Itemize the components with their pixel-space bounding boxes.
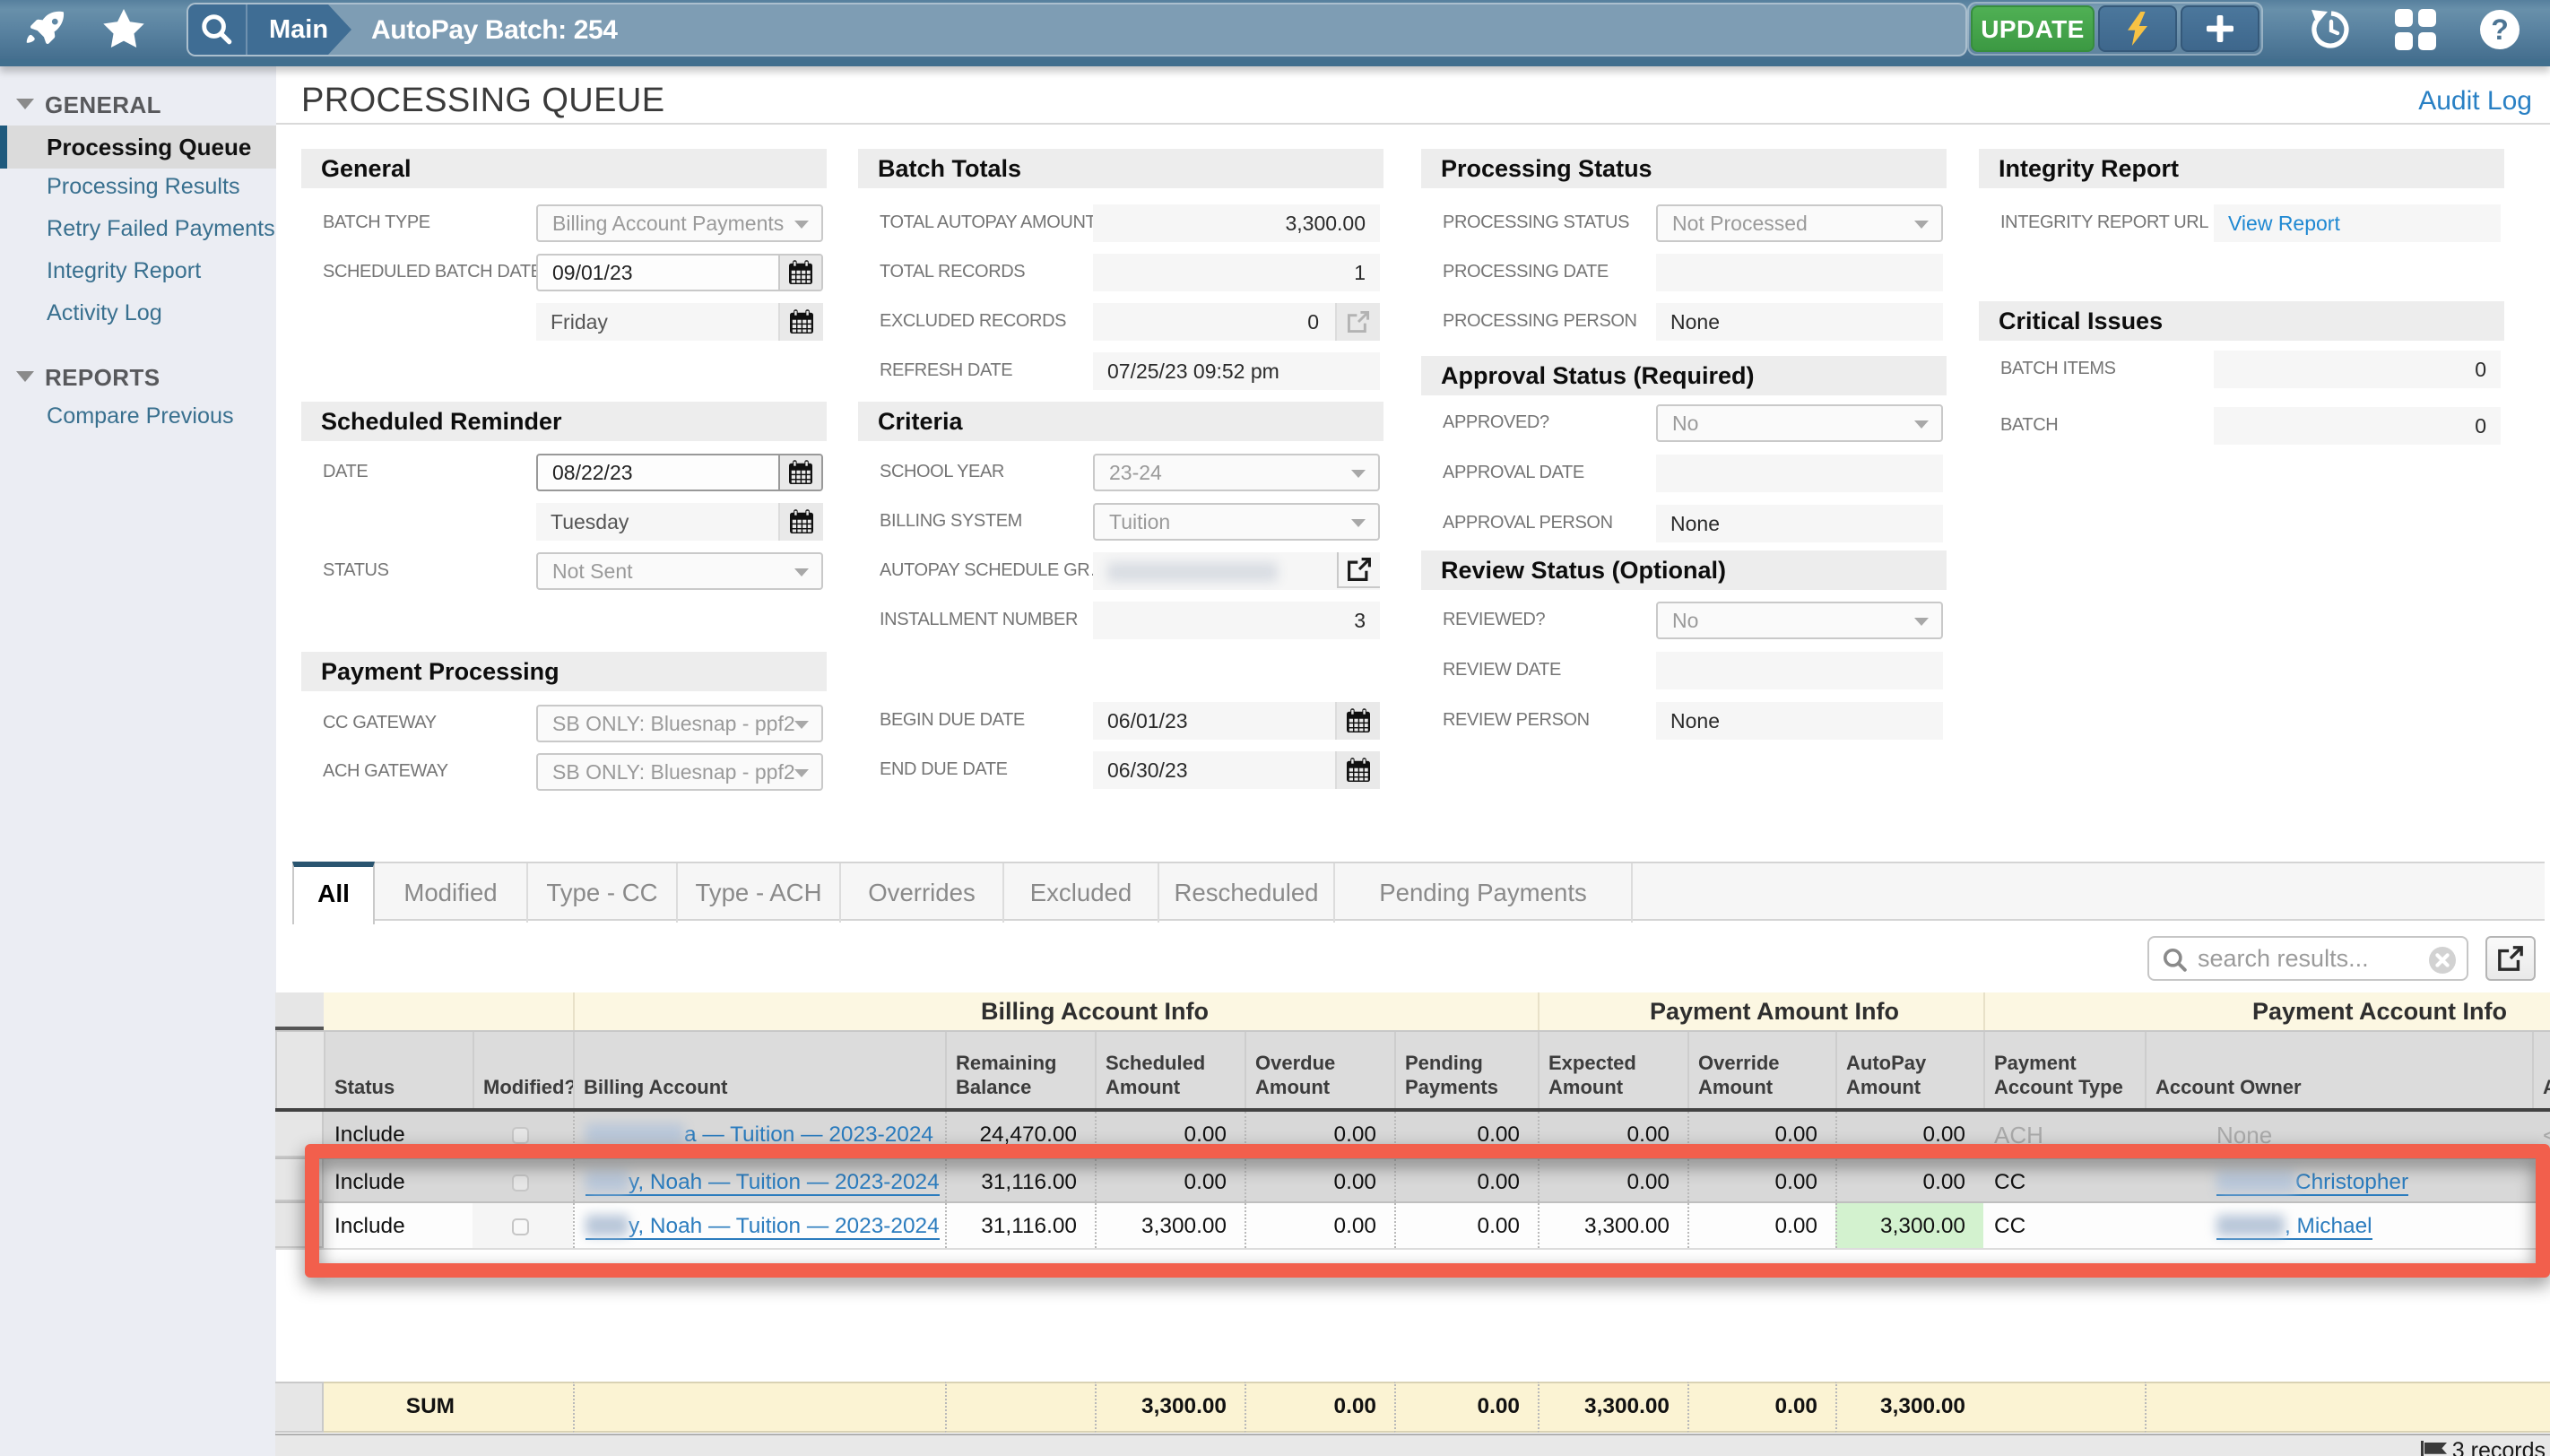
svg-text:?: ? bbox=[2491, 13, 2509, 46]
